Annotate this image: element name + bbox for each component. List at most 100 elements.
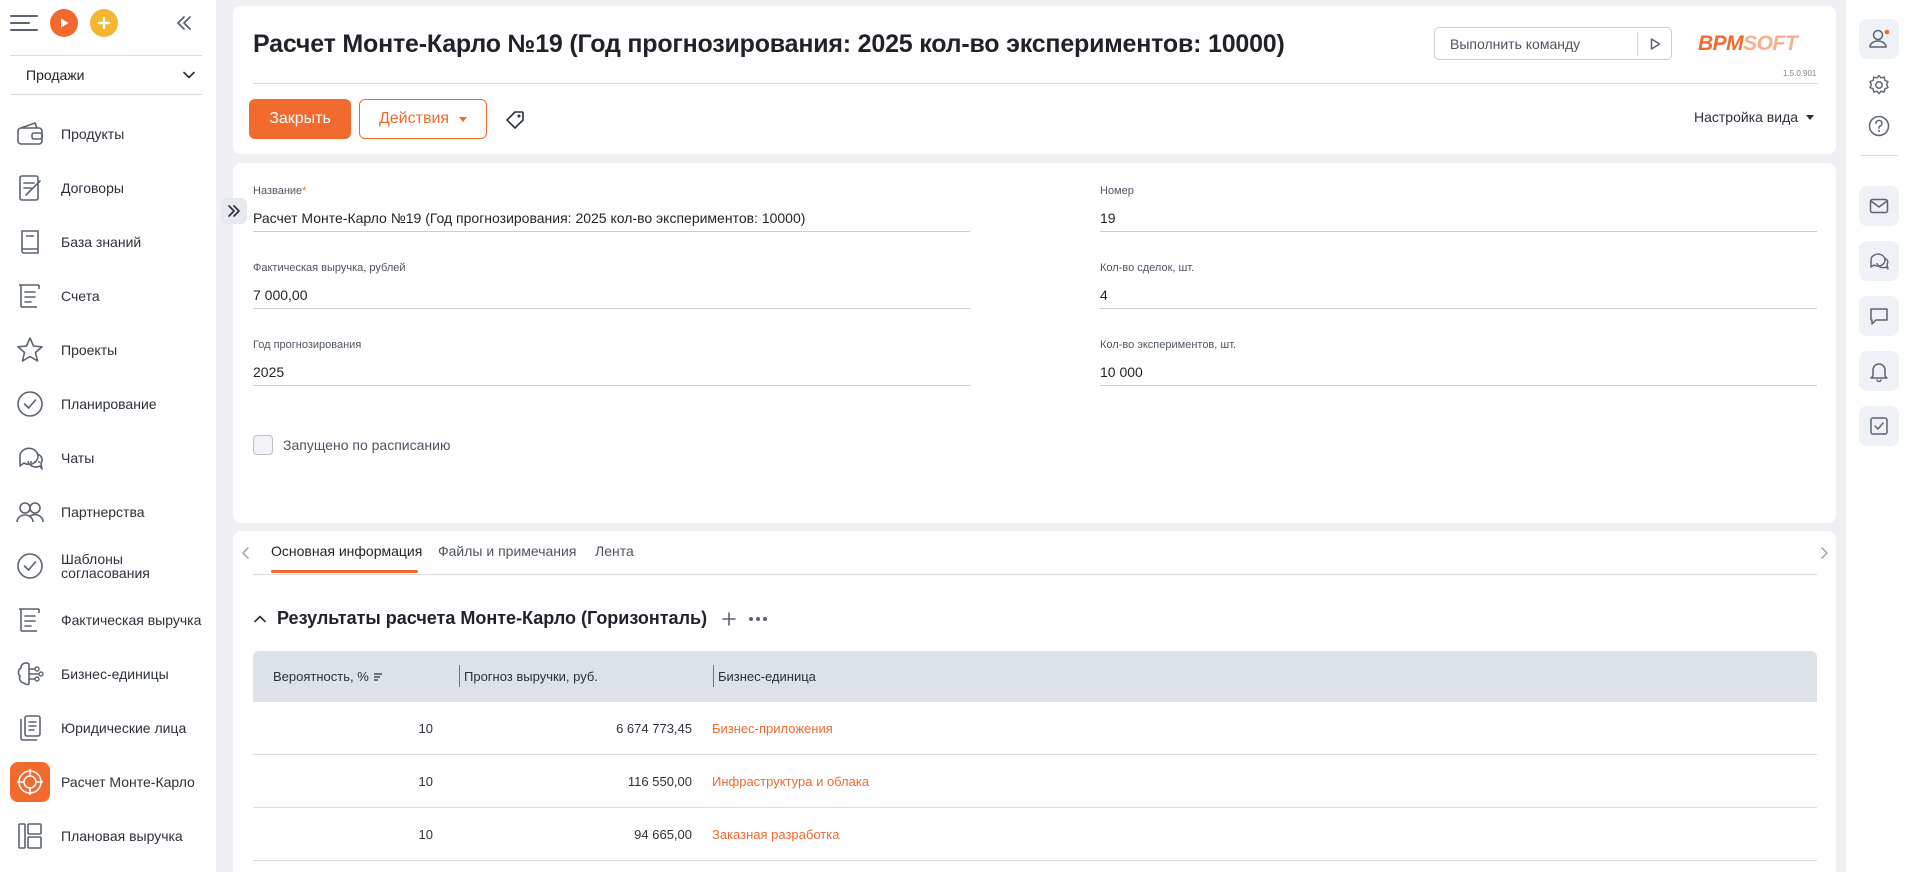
view-settings-label: Настройка вида: [1694, 109, 1799, 125]
tabs-scroll-left-icon[interactable]: [238, 545, 254, 561]
sidebar-item-label: Фактическая выручка: [61, 612, 202, 628]
check-circle-icon: [10, 384, 50, 424]
right-rail: [1846, 0, 1912, 872]
settings-button[interactable]: [1859, 65, 1899, 105]
add-plus-icon[interactable]: [90, 8, 118, 37]
workplace-label: Продажи: [26, 67, 85, 83]
tag-icon[interactable]: [504, 109, 526, 131]
page-title: Расчет Монте-Карло №19 (Год прогнозирова…: [253, 30, 1285, 58]
sidebar-item-partnerships[interactable]: Партнерства: [0, 485, 216, 539]
caret-down-icon: [459, 116, 468, 122]
documents-icon: [10, 708, 50, 748]
help-button[interactable]: [1859, 106, 1899, 146]
column-forecast[interactable]: Прогноз выручки, руб.: [464, 651, 598, 702]
run-command-button[interactable]: [1637, 32, 1671, 56]
email-button[interactable]: [1859, 186, 1899, 226]
number-input[interactable]: 19: [1100, 210, 1817, 232]
sidebar-item-label: Бизнес-единицы: [61, 666, 169, 682]
contract-icon: [10, 168, 50, 208]
sidebar-item-monte-carlo[interactable]: Расчет Монте-Карло: [0, 755, 216, 809]
view-settings-button[interactable]: Настройка вида: [1694, 109, 1815, 125]
tab-feed[interactable]: Лента: [595, 543, 634, 559]
sidebar-item-projects[interactable]: Проекты: [0, 323, 216, 377]
sidebar-item-planned-revenue[interactable]: Плановая выручка: [0, 809, 216, 863]
sidebar-item-business-units[interactable]: Бизнес-единицы: [0, 647, 216, 701]
business-unit-link[interactable]: Инфраструктура и облака: [712, 755, 869, 808]
tab-main-info[interactable]: Основная информация: [271, 543, 422, 559]
sidebar-item-chats[interactable]: Чаты: [0, 431, 216, 485]
bpmsoft-logo: BPMSOFT: [1698, 32, 1798, 55]
probability-cell: 10: [418, 721, 433, 736]
workplace-selector[interactable]: Продажи: [10, 56, 202, 94]
number-label: Номер: [1100, 185, 1134, 197]
comment-icon: [1870, 308, 1888, 325]
notifications-button[interactable]: [1859, 351, 1899, 391]
sidebar-top: [0, 0, 216, 45]
tab-files-notes[interactable]: Файлы и примечания: [438, 543, 576, 559]
table-row[interactable]: 10 6 674 773,45 Бизнес-приложения: [253, 702, 1817, 755]
sidebar-item-actual-revenue[interactable]: Фактическая выручка: [0, 593, 216, 647]
sidebar-item-contracts[interactable]: Договоры: [0, 161, 216, 215]
table-row[interactable]: 10 116 550,00 Инфраструктура и облака: [253, 755, 1817, 808]
sidebar-item-label: Шаблоны согласования: [61, 551, 150, 581]
feed-button[interactable]: [1859, 296, 1899, 336]
experiments-count-input[interactable]: 10 000: [1100, 364, 1817, 386]
deals-count-input[interactable]: 4: [1100, 287, 1817, 309]
star-icon: [10, 330, 50, 370]
column-probability[interactable]: Вероятность, %: [273, 651, 383, 702]
page-header: Расчет Монте-Карло №19 (Год прогнозирова…: [233, 6, 1836, 154]
chevron-down-icon: [183, 71, 195, 79]
layout-icon: [10, 816, 50, 856]
command-input[interactable]: [1435, 35, 1635, 52]
column-divider[interactable]: [713, 665, 714, 687]
experiments-count-label: Кол-во экспериментов, шт.: [1100, 339, 1237, 351]
business-unit-link[interactable]: Заказная разработка: [712, 808, 839, 861]
active-tab-indicator: [271, 570, 418, 573]
add-record-icon[interactable]: [721, 611, 737, 627]
rail-divider: [1860, 155, 1898, 156]
sidebar-item-label: Планирование: [61, 396, 157, 412]
double-chevron-right-icon: [228, 205, 240, 217]
profile-button[interactable]: [1859, 19, 1899, 59]
scheduled-checkbox[interactable]: [253, 435, 273, 455]
sidebar-item-label: База знаний: [61, 234, 142, 250]
sidebar-divider: [10, 94, 202, 95]
scheduled-checkbox-row[interactable]: Запущено по расписанию: [253, 435, 450, 455]
chat-icon: [1870, 253, 1889, 270]
sidebar-item-planning[interactable]: Планирование: [0, 377, 216, 431]
forecast-year-label: Год прогнозирования: [253, 339, 362, 351]
column-business-unit[interactable]: Бизнес-единица: [718, 651, 816, 702]
collapse-sidebar-icon[interactable]: [174, 13, 194, 33]
tasks-button[interactable]: [1859, 406, 1899, 446]
expand-panel-button[interactable]: [221, 198, 247, 224]
actual-revenue-field: Фактическая выручка, рублей 7 000,00: [253, 262, 970, 309]
name-input[interactable]: Расчет Монте-Карло №19 (Год прогнозирова…: [253, 210, 970, 232]
sidebar-item-label: Продукты: [61, 126, 125, 142]
sidebar-item-knowledge-base[interactable]: База знаний: [0, 215, 216, 269]
sidebar-item-approval-templates[interactable]: Шаблоны согласования: [0, 539, 216, 593]
menu-icon[interactable]: [10, 11, 38, 35]
sidebar-item-label: Проекты: [61, 342, 118, 358]
sidebar-item-products[interactable]: Продукты: [0, 107, 216, 161]
column-divider[interactable]: [459, 665, 460, 687]
sidebar-item-legal-entities[interactable]: Юридические лица: [0, 701, 216, 755]
tabs-scroll-right-icon[interactable]: [1816, 545, 1832, 561]
chevron-up-icon[interactable]: [253, 612, 267, 626]
more-actions-icon[interactable]: [749, 611, 768, 627]
process-play-icon[interactable]: [50, 8, 78, 37]
close-button[interactable]: Закрыть: [249, 99, 351, 139]
brain-icon: [10, 654, 50, 694]
invoice-icon: [10, 276, 50, 316]
sidebar-item-invoices[interactable]: Счета: [0, 269, 216, 323]
target-icon: [10, 762, 50, 802]
business-unit-link[interactable]: Бизнес-приложения: [712, 702, 833, 755]
forecast-cell: 6 674 773,45: [616, 721, 692, 736]
actual-revenue-input[interactable]: 7 000,00: [253, 287, 970, 309]
deals-count-label: Кол-во сделок, шт.: [1100, 262, 1195, 274]
chats-button[interactable]: [1859, 241, 1899, 281]
actions-button[interactable]: Действия: [359, 99, 487, 139]
forecast-year-input[interactable]: 2025: [253, 364, 970, 386]
version-label: 1.5.0.901: [1783, 69, 1817, 78]
table-row[interactable]: 10 94 665,00 Заказная разработка: [253, 808, 1817, 861]
wallet-icon: [10, 114, 50, 154]
